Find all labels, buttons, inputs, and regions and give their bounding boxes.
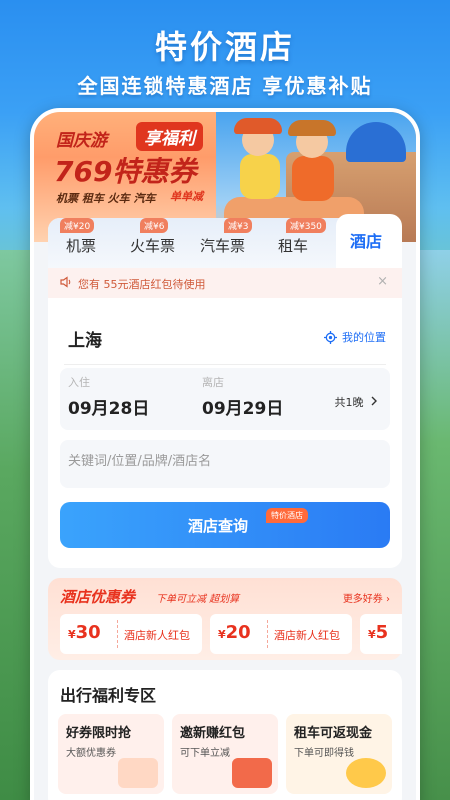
keyword-input[interactable] [68,454,368,469]
checkout-label: 离店 [202,376,224,389]
welfare-item-desc: 下单可即得钱 [294,748,354,759]
coupon-label: 酒店新人红包 [274,629,340,642]
coupon-item[interactable]: ¥20 酒店新人红包 [210,614,352,654]
tab-car-rental[interactable]: 租车 [278,235,308,256]
destination-city[interactable]: 上海 [68,326,102,351]
more-coupons-label: 更多好券 [342,594,383,605]
coupon-value: 30 [75,622,101,643]
welfare-item-name: 租车可返现金 [294,726,373,741]
promo-title: 特价酒店 [154,28,295,66]
cashback-coin-icon [346,758,386,788]
welfare-item-name: 好券限时抢 [66,726,132,741]
tab-badge: 减¥6 [140,218,169,233]
coupon-currency: ¥ [218,628,226,641]
red-packet-notice[interactable]: 您有 55元酒店红包待使用 × [48,268,402,298]
coupon-amount: ¥5 [368,622,388,643]
coupon-currency: ¥ [68,628,76,641]
welfare-item-name: 邀新赚红包 [180,726,246,741]
tab-flight[interactable]: 机票 [66,235,96,256]
coupon-value: 20 [225,622,251,643]
tab-bus[interactable]: 汽车票 [200,235,245,256]
banner-person-hat [288,120,336,136]
banner-coupon-amount: 769特惠券 [54,155,197,188]
notice-text: 您有 55元酒店红包待使用 [78,278,206,291]
more-coupons-link[interactable]: 更多好券 › [343,590,390,605]
banner-headline-tag: 享福利 [136,122,203,151]
hotel-search-card: 减¥20 机票 减¥6 火车票 减¥3 汽车票 减¥350 租车 酒店 您有 5… [48,214,402,568]
nights-count[interactable]: 共1晚 [335,394,379,410]
promo-subtitle: 全国连锁特惠酒店 享优惠补贴 [77,74,373,98]
phone-frame: 国庆游 享福利 769特惠券 机票 租车 火车 汽车 单单减 减¥20 机票 减… [30,108,420,800]
chevron-right-icon [371,396,377,406]
welfare-item-desc: 可下单立减 [180,748,230,759]
coupons-title: 酒店优惠券 [60,588,136,606]
travel-welfare-section: 出行福利专区 好券限时抢 大额优惠券 邀新赚红包 可下单立减 租车可返现金 下单… [48,670,402,800]
hotel-search-button[interactable]: 酒店查询 特价酒店 [60,502,390,548]
search-button-label: 酒店查询 [188,517,249,535]
tab-badge: 减¥350 [286,218,326,233]
coupon-currency: ¥ [368,628,376,641]
tab-badge: 减¥3 [224,218,253,233]
my-location-button[interactable]: 我的位置 [324,329,386,345]
travel-tabs: 减¥20 机票 减¥6 火车票 减¥3 汽车票 减¥350 租车 酒店 [48,214,402,268]
tab-badge: 减¥20 [60,218,95,233]
coupon-item[interactable]: ¥5 [360,614,402,654]
banner-person-hat [234,118,282,134]
search-button-tag: 特价酒店 [266,508,308,523]
welfare-item-coupons[interactable]: 好券限时抢 大额优惠券 [58,714,164,794]
coupon-amount: ¥20 [218,622,251,643]
speaker-icon [60,276,71,288]
checkin-date[interactable]: 09月28日 [68,394,149,419]
red-packet-icon [232,758,272,788]
close-icon[interactable]: × [377,274,388,289]
tab-train[interactable]: 火车票 [130,235,175,256]
banner-person-illustration [240,154,280,199]
welfare-item-desc: 大额优惠券 [66,748,116,759]
my-location-label: 我的位置 [342,331,386,344]
checkin-label: 入住 [68,376,90,389]
date-selector[interactable]: 入住 09月28日 离店 09月29日 共1晚 [60,368,390,430]
coupon-label: 酒店新人红包 [124,629,190,642]
tab-hotel-label: 酒店 [350,232,383,251]
keyword-field[interactable] [60,440,390,488]
coupon-amount: ¥30 [68,622,101,643]
welfare-item-invite[interactable]: 邀新赚红包 可下单立减 [172,714,278,794]
banner-categories: 机票 租车 火车 汽车 [56,192,156,205]
location-target-icon [324,330,337,344]
coupon-value: 5 [375,622,389,643]
nights-label: 共1晚 [334,396,364,409]
tab-hotel[interactable]: 酒店 [336,214,402,268]
hotel-coupons-section: 酒店优惠券 下单可立减 超划算 更多好券 › ¥30 酒店新人红包 ¥20 酒店… [48,578,402,660]
coupon-divider [267,620,268,648]
checkout-date[interactable]: 09月29日 [202,394,283,419]
welfare-item-car-cashback[interactable]: 租车可返现金 下单可即得钱 [286,714,392,794]
divider [64,364,386,365]
ticket-icon [118,758,158,788]
banner-person-illustration [292,156,334,201]
banner-categories-tag: 单单减 [170,190,203,203]
chevron-right-icon: › [386,594,390,605]
welfare-title: 出行福利专区 [60,686,157,705]
coupon-item[interactable]: ¥30 酒店新人红包 [60,614,202,654]
coupon-divider [117,620,118,648]
coupons-subtitle: 下单可立减 超划算 [156,594,240,605]
banner-headline: 国庆游 [56,131,107,151]
